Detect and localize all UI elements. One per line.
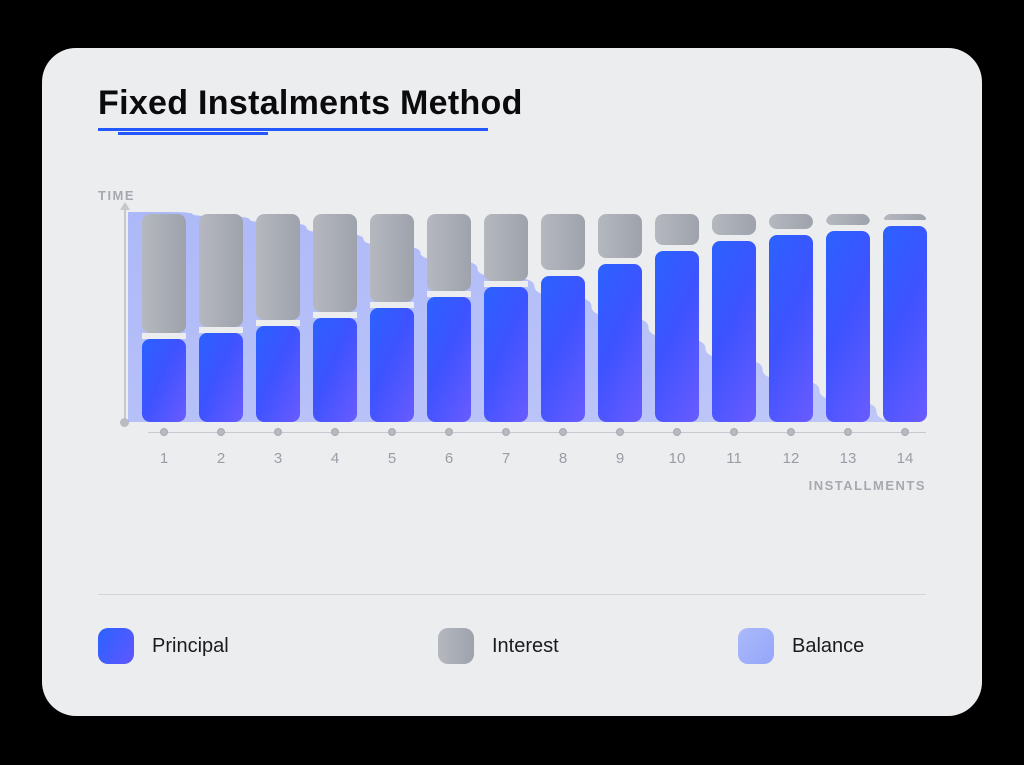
principal-segment: [199, 333, 243, 422]
principal-segment: [256, 326, 300, 422]
bar-column: [199, 214, 243, 422]
x-tick: [787, 428, 795, 436]
bar-column: [769, 214, 813, 422]
legend-separator: [98, 594, 926, 595]
x-tick-label: 9: [616, 450, 624, 467]
x-tick-label: 12: [783, 450, 800, 467]
bar-column: [427, 214, 471, 422]
bar-column: [142, 214, 186, 422]
interest-segment: [427, 214, 471, 291]
principal-segment: [541, 276, 585, 422]
principal-segment: [655, 251, 699, 422]
x-tick-label: 4: [331, 450, 339, 467]
bar-column: [484, 214, 528, 422]
interest-segment: [484, 214, 528, 281]
x-tick: [160, 428, 168, 436]
principal-segment: [484, 287, 528, 422]
x-tick: [274, 428, 282, 436]
x-axis-line: [148, 432, 926, 433]
bar-column: [370, 214, 414, 422]
x-tick-label: 3: [274, 450, 282, 467]
bar-column: [256, 214, 300, 422]
legend-item-principal: Principal: [98, 628, 229, 664]
x-tick: [388, 428, 396, 436]
legend-label-interest: Interest: [492, 635, 559, 658]
bar-column: [826, 214, 870, 422]
x-tick: [901, 428, 909, 436]
x-tick-label: 7: [502, 450, 510, 467]
chart-card: Fixed Instalments Method TIME: [42, 48, 982, 716]
x-axis-label: INSTALLMENTS: [809, 478, 926, 493]
interest-segment: [199, 214, 243, 327]
x-tick-label: 10: [669, 450, 686, 467]
interest-segment: [313, 214, 357, 312]
bar-column: [313, 214, 357, 422]
x-tick: [844, 428, 852, 436]
legend-item-interest: Interest: [438, 628, 559, 664]
principal-segment: [712, 241, 756, 422]
balance-swatch-icon: [738, 628, 774, 664]
title-underline: [98, 128, 488, 134]
x-tick: [616, 428, 624, 436]
x-tick-label: 5: [388, 450, 396, 467]
x-tick-label: 6: [445, 450, 453, 467]
x-tick-label: 2: [217, 450, 225, 467]
principal-segment: [826, 231, 870, 422]
interest-segment: [826, 214, 870, 225]
interest-segment: [598, 214, 642, 258]
principal-segment: [427, 297, 471, 422]
x-tick: [502, 428, 510, 436]
x-tick: [673, 428, 681, 436]
principal-segment: [313, 318, 357, 422]
interest-segment: [370, 214, 414, 302]
legend-label-balance: Balance: [792, 635, 864, 658]
x-tick-label: 13: [840, 450, 857, 467]
interest-segment: [769, 214, 813, 229]
x-tick-label: 1: [160, 450, 168, 467]
interest-segment: [142, 214, 186, 333]
x-tick-label: 8: [559, 450, 567, 467]
principal-swatch-icon: [98, 628, 134, 664]
interest-segment: [256, 214, 300, 320]
y-axis-line: [124, 206, 126, 424]
interest-segment: [655, 214, 699, 245]
bars-container: [128, 212, 926, 422]
x-tick: [445, 428, 453, 436]
principal-segment: [598, 264, 642, 422]
bar-column: [541, 214, 585, 422]
chart-title: Fixed Instalments Method: [98, 84, 523, 123]
interest-swatch-icon: [438, 628, 474, 664]
legend-item-balance: Balance: [738, 628, 864, 664]
x-axis: 1234567891011121314 INSTALLMENTS: [128, 428, 926, 488]
principal-segment: [370, 308, 414, 422]
x-tick: [559, 428, 567, 436]
bar-column: [598, 214, 642, 422]
x-tick: [217, 428, 225, 436]
bar-column: [655, 214, 699, 422]
bar-column: [712, 214, 756, 422]
y-axis-arrow-icon: [120, 202, 130, 210]
plot-area: [128, 212, 926, 422]
interest-segment: [712, 214, 756, 235]
principal-segment: [883, 226, 927, 422]
interest-segment: [541, 214, 585, 270]
principal-segment: [769, 235, 813, 422]
legend-label-principal: Principal: [152, 635, 229, 658]
x-tick: [331, 428, 339, 436]
principal-segment: [142, 339, 186, 422]
bar-column: [883, 214, 927, 422]
x-tick: [730, 428, 738, 436]
y-axis-label: TIME: [98, 188, 135, 203]
x-tick-label: 11: [726, 450, 742, 467]
x-tick-label: 14: [897, 450, 914, 467]
